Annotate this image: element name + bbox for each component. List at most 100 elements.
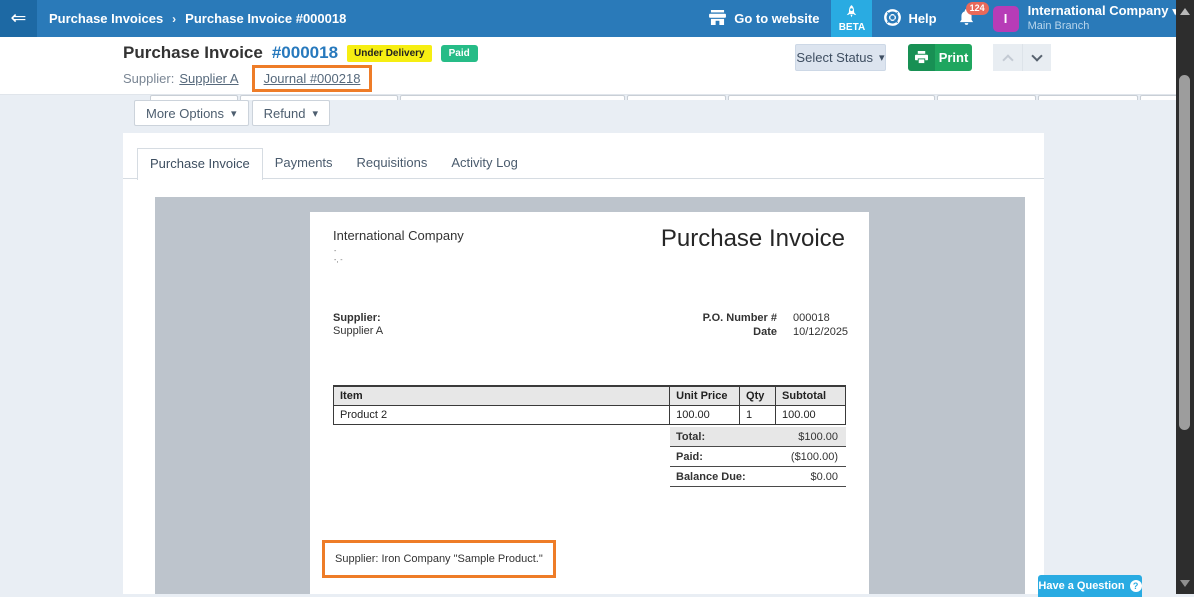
table-header-row: Item Unit Price Qty Subtotal bbox=[334, 386, 846, 406]
tab-activity-log[interactable]: Activity Log bbox=[439, 148, 529, 179]
vertical-scrollbar[interactable] bbox=[1176, 0, 1194, 594]
more-options-button[interactable]: More Options ▾ bbox=[134, 100, 249, 126]
chevron-down-icon bbox=[1031, 50, 1042, 61]
header-subtotal: Subtotal bbox=[776, 386, 846, 406]
status-badge-under-delivery: Under Delivery bbox=[347, 45, 432, 62]
avatar[interactable]: I bbox=[993, 6, 1019, 32]
scrollbar-up-arrow[interactable] bbox=[1180, 8, 1190, 15]
total-label: Total: bbox=[676, 431, 705, 443]
breadcrumb: Purchase Invoices › Purchase Invoice #00… bbox=[49, 11, 346, 26]
company-menu[interactable]: International Company▾ Main Branch bbox=[1028, 3, 1194, 34]
cutoff-button[interactable] bbox=[1038, 95, 1138, 100]
scrollbar-thumb[interactable] bbox=[1179, 75, 1190, 430]
printer-icon bbox=[908, 44, 935, 71]
tab-bar: Purchase Invoice Payments Requisitions A… bbox=[123, 148, 1044, 179]
table-row: Product 2 100.00 1 100.00 bbox=[334, 406, 846, 425]
cutoff-button[interactable] bbox=[728, 95, 935, 100]
footer-note-annotation-box: Supplier: Iron Company "Sample Product." bbox=[322, 540, 556, 578]
go-to-website-button[interactable]: Go to website bbox=[696, 0, 831, 37]
refund-label: Refund bbox=[264, 106, 306, 121]
title-row: Purchase Invoice #000018 Under Delivery … bbox=[123, 43, 478, 63]
subtitle-row: Supplier: Supplier A Journal #000218 bbox=[123, 65, 372, 92]
breadcrumb-purchase-invoices[interactable]: Purchase Invoices bbox=[49, 11, 163, 26]
invoice-items-table: Item Unit Price Qty Subtotal Product 2 1… bbox=[333, 385, 846, 425]
scrollbar-down-arrow[interactable] bbox=[1180, 580, 1190, 587]
cell-qty: 1 bbox=[740, 406, 776, 425]
total-value: $100.00 bbox=[798, 431, 838, 443]
select-status-button[interactable]: Select Status ▾ bbox=[795, 44, 886, 71]
top-navigation-bar: ⇐ Purchase Invoices › Purchase Invoice #… bbox=[0, 0, 1194, 37]
breadcrumb-separator-icon: › bbox=[172, 12, 176, 26]
paid-row: Paid: ($100.00) bbox=[670, 447, 846, 467]
select-status-label: Select Status bbox=[796, 50, 873, 65]
journal-annotation-box: Journal #000218 bbox=[252, 65, 373, 92]
footer-note: Supplier: Iron Company "Sample Product." bbox=[335, 553, 543, 565]
question-mark-icon: ? bbox=[1130, 580, 1142, 592]
have-a-question-label: Have a Question bbox=[1038, 580, 1124, 592]
chevron-down-icon: ▾ bbox=[231, 107, 237, 120]
notifications-button[interactable]: 124 bbox=[949, 0, 985, 37]
header-qty: Qty bbox=[740, 386, 776, 406]
cutoff-button[interactable] bbox=[937, 95, 1036, 100]
beta-indicator[interactable]: BETA bbox=[831, 0, 872, 37]
beta-label: BETA bbox=[839, 22, 865, 33]
invoice-card: Purchase Invoice Payments Requisitions A… bbox=[123, 133, 1044, 594]
more-options-label: More Options bbox=[146, 106, 224, 121]
breadcrumb-current-invoice: Purchase Invoice #000018 bbox=[185, 11, 346, 26]
supplier-label: Supplier: bbox=[123, 71, 174, 86]
invoice-address-line2: -, - bbox=[334, 257, 343, 264]
header-item: Item bbox=[334, 386, 670, 406]
chevron-down-icon: ▾ bbox=[879, 51, 885, 64]
previous-record-button[interactable] bbox=[993, 44, 1022, 71]
tab-requisitions[interactable]: Requisitions bbox=[345, 148, 440, 179]
total-row: Total: $100.00 bbox=[670, 427, 846, 447]
tab-payments[interactable]: Payments bbox=[263, 148, 345, 179]
cutoff-button[interactable] bbox=[1140, 95, 1176, 100]
header-unit-price: Unit Price bbox=[670, 386, 740, 406]
balance-due-value: $0.00 bbox=[810, 471, 838, 483]
page-title: Purchase Invoice bbox=[123, 43, 263, 63]
invoice-company-name: International Company bbox=[333, 228, 464, 243]
notification-count-badge: 124 bbox=[966, 2, 989, 15]
print-button[interactable]: Print bbox=[908, 44, 972, 71]
go-to-website-label: Go to website bbox=[734, 11, 819, 26]
page-header: Purchase Invoice #000018 Under Delivery … bbox=[0, 37, 1194, 95]
invoice-supplier-name: Supplier A bbox=[333, 325, 383, 337]
balance-due-row: Balance Due: $0.00 bbox=[670, 467, 846, 487]
po-number-label: P.O. Number # bbox=[703, 312, 777, 324]
invoice-paper: International Company - -, - Purchase In… bbox=[310, 212, 869, 594]
paid-value: ($100.00) bbox=[791, 451, 838, 463]
invoice-number: #000018 bbox=[272, 43, 338, 63]
supplier-link[interactable]: Supplier A bbox=[179, 71, 238, 86]
refund-button[interactable]: Refund ▾ bbox=[252, 100, 330, 126]
lifebuoy-icon bbox=[884, 9, 901, 29]
topbar-right-group: Go to website BETA bbox=[696, 0, 1194, 37]
journal-link[interactable]: Journal #000218 bbox=[264, 71, 361, 86]
tab-purchase-invoice[interactable]: Purchase Invoice bbox=[137, 148, 263, 180]
company-name: International Company▾ bbox=[1028, 3, 1178, 20]
help-label: Help bbox=[908, 11, 936, 26]
action-button-row: More Options ▾ Refund ▾ bbox=[134, 100, 330, 126]
chevron-up-icon bbox=[1002, 54, 1013, 65]
date-value: 10/12/2025 bbox=[793, 326, 845, 338]
po-number-value: 000018 bbox=[793, 312, 845, 324]
back-arrow-icon: ⇐ bbox=[11, 7, 27, 30]
branch-name: Main Branch bbox=[1028, 20, 1178, 34]
invoice-totals: Total: $100.00 Paid: ($100.00) Balance D… bbox=[670, 427, 846, 487]
cutoff-button[interactable] bbox=[627, 95, 726, 100]
balance-due-label: Balance Due: bbox=[676, 471, 746, 483]
status-badge-paid: Paid bbox=[441, 45, 478, 62]
back-button[interactable]: ⇐ bbox=[0, 0, 37, 37]
storefront-icon bbox=[708, 10, 727, 28]
cutoff-button[interactable] bbox=[400, 95, 625, 100]
help-button[interactable]: Help bbox=[872, 0, 948, 37]
next-record-button[interactable] bbox=[1022, 44, 1051, 71]
invoice-meta: P.O. Number # 000018 Date 10/12/2025 bbox=[703, 312, 845, 338]
paid-label: Paid: bbox=[676, 451, 703, 463]
print-label: Print bbox=[935, 44, 972, 71]
content-area: More Options ▾ Refund ▾ Purchase Invoice… bbox=[0, 95, 1194, 594]
date-label: Date bbox=[703, 326, 777, 338]
cell-subtotal: 100.00 bbox=[776, 406, 846, 425]
invoice-doc-title: Purchase Invoice bbox=[661, 225, 845, 253]
invoice-supplier-label: Supplier: bbox=[333, 312, 381, 324]
